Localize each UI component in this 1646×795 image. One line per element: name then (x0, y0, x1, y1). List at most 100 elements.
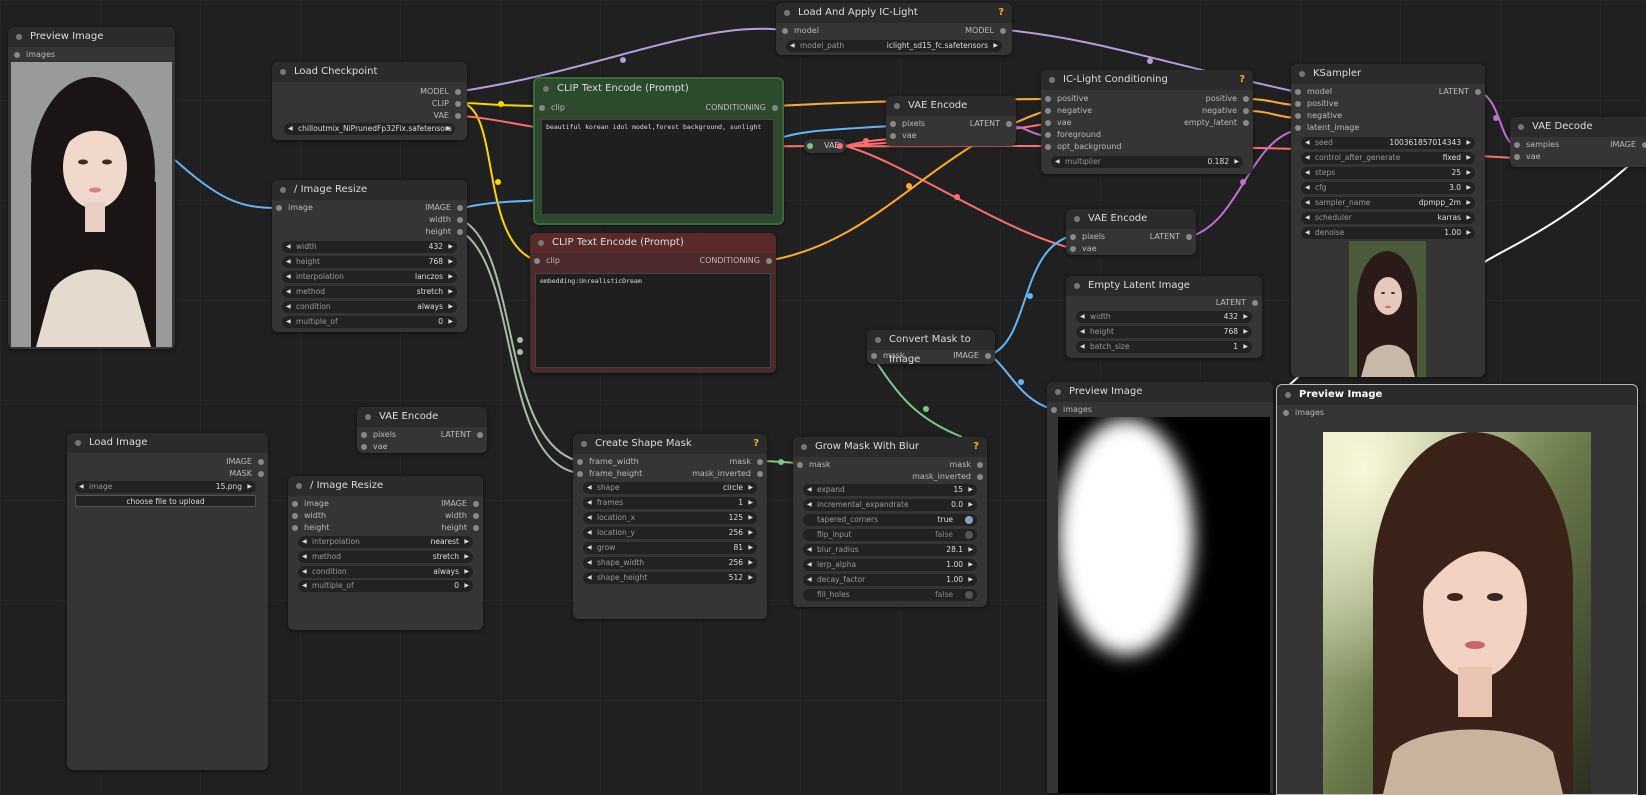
input-clip[interactable]: clip (534, 255, 560, 267)
vae-encode-node-low[interactable]: VAE Encode pixels vae LATENT (357, 407, 487, 453)
width-widget[interactable]: width432 (282, 241, 457, 253)
output-image[interactable]: IMAGE (1610, 139, 1646, 151)
input-model[interactable]: model (1295, 86, 1332, 98)
output-mask[interactable]: MASK (229, 468, 264, 480)
node-title[interactable]: VAE Encode (886, 96, 1016, 116)
output-model[interactable]: MODEL (965, 25, 1006, 37)
node-title[interactable]: Load And Apply IC-Light? (776, 3, 1012, 23)
input-vae[interactable]: vae (890, 130, 917, 142)
multiple-of-widget[interactable]: multiple_of0 (298, 580, 473, 592)
output-mask[interactable]: mask (950, 459, 983, 471)
model-path-combo[interactable]: model_pathiclight_sd15_fc.safetensors (786, 40, 1002, 52)
output-latent[interactable]: LATENT (1150, 231, 1192, 243)
output-image[interactable]: IMAGE (441, 498, 479, 510)
upload-button[interactable]: choose file to upload (75, 495, 256, 507)
node-title[interactable]: Convert Mask to Image (867, 330, 995, 365)
image-resize-node-1[interactable]: ∕ Image Resize image IMAGE width height … (272, 180, 467, 332)
height-widget[interactable]: height768 (282, 256, 457, 268)
grow-widget[interactable]: grow81 (583, 542, 757, 554)
ksampler-node[interactable]: KSampler model positive negative latent_… (1291, 64, 1485, 377)
node-title[interactable]: Empty Latent Image (1066, 276, 1262, 296)
node-title[interactable]: IC-Light Conditioning? (1041, 70, 1253, 90)
output-height[interactable]: height (442, 522, 479, 534)
empty-latent-node[interactable]: Empty Latent Image LATENT width432 heigh… (1066, 276, 1262, 358)
condition-widget[interactable]: conditionalways (282, 301, 457, 313)
input-model[interactable]: model (782, 25, 819, 37)
iclight-conditioning-node[interactable]: IC-Light Conditioning? positive negative… (1041, 70, 1253, 174)
preview-image-node-final[interactable]: Preview Image images (1276, 384, 1638, 795)
input-pixels[interactable]: pixels (1070, 231, 1105, 243)
frames-widget[interactable]: frames1 (583, 497, 757, 509)
input-images[interactable]: images (1283, 407, 1324, 419)
input-positive[interactable]: positive (1295, 98, 1338, 110)
output-mask[interactable]: mask (730, 456, 763, 468)
input-vae[interactable]: vae (1070, 243, 1097, 255)
load-iclight-node[interactable]: Load And Apply IC-Light? model MODEL mod… (776, 3, 1012, 55)
preview-image-node-left[interactable]: Preview Image images (8, 27, 175, 349)
input-pixels[interactable]: pixels (890, 118, 925, 130)
node-title[interactable]: Load Checkpoint (272, 62, 467, 82)
output-height[interactable]: height (426, 226, 463, 238)
output-latent[interactable]: LATENT (441, 429, 483, 441)
help-icon[interactable]: ? (973, 437, 979, 457)
fill-holes-toggle[interactable]: fill_holes false (803, 589, 977, 601)
help-icon[interactable]: ? (753, 434, 759, 454)
output-latent[interactable]: LATENT (1216, 297, 1258, 309)
blur-radius-widget[interactable]: blur_radius28.1 (803, 544, 977, 556)
decay-factor-widget[interactable]: decay_factor1.00 (803, 574, 977, 586)
output-image[interactable]: IMAGE (226, 456, 264, 468)
output-latent[interactable]: LATENT (970, 118, 1012, 130)
clip-text-encode-negative-node[interactable]: CLIP Text Encode (Prompt) clip CONDITION… (530, 233, 776, 373)
output-image[interactable]: IMAGE (425, 202, 463, 214)
node-title[interactable]: VAE Decode (1510, 117, 1646, 137)
help-icon[interactable]: ? (998, 3, 1004, 23)
multiplier-widget[interactable]: multiplier0.182 (1051, 156, 1243, 168)
input-images[interactable]: images (14, 49, 55, 61)
method-widget[interactable]: methodstretch (298, 551, 473, 563)
location-x-widget[interactable]: location_x125 (583, 512, 757, 524)
input-positive[interactable]: positive (1045, 93, 1088, 105)
tapered-corners-toggle[interactable]: tapered_corners true (803, 514, 977, 526)
node-title[interactable]: ∕ Image Resize (288, 476, 483, 496)
input-opt-background[interactable]: opt_background (1045, 141, 1121, 153)
node-title[interactable]: Preview Image (8, 27, 175, 47)
output-model[interactable]: MODEL (420, 86, 461, 98)
node-title[interactable]: CLIP Text Encode (Prompt) (535, 79, 782, 99)
ckpt-name-combo[interactable]: chilloutmix_NiPrunedFp32Fix.safetensors (284, 123, 455, 135)
sampler-name-widget[interactable]: sampler_namedpmpp_2m (1301, 197, 1475, 209)
flip-input-toggle[interactable]: flip_input false (803, 529, 977, 541)
vae-encode-node-mid[interactable]: VAE Encode pixels vae LATENT (1066, 209, 1196, 255)
node-title[interactable]: Create Shape Mask? (573, 434, 767, 454)
shape-height-widget[interactable]: shape_height512 (583, 572, 757, 584)
input-latent-image[interactable]: latent_image (1295, 122, 1359, 134)
input-pixels[interactable]: pixels (361, 429, 396, 441)
input-height[interactable]: height (292, 522, 330, 534)
convert-mask-node[interactable]: Convert Mask to Image mask IMAGE (867, 330, 995, 365)
output-image[interactable]: IMAGE (953, 350, 991, 362)
vae-decode-node[interactable]: VAE Decode samples vae IMAGE (1510, 117, 1646, 167)
node-title[interactable]: VAE Encode (357, 407, 487, 427)
input-samples[interactable]: samples (1514, 139, 1559, 151)
height-widget[interactable]: height768 (1076, 326, 1252, 338)
interpolation-widget[interactable]: interpolationlanczos (282, 271, 457, 283)
preview-image-node-mask[interactable]: Preview Image images (1047, 382, 1273, 793)
image-combo[interactable]: image15.png (75, 481, 256, 493)
expand-widget[interactable]: expand15 (803, 484, 977, 496)
output-negative[interactable]: negative (1202, 105, 1249, 117)
input-width[interactable]: width (292, 510, 326, 522)
input-mask[interactable]: mask (797, 459, 831, 471)
incremental-expandrate-widget[interactable]: incremental_expandrate0.0 (803, 499, 977, 511)
load-checkpoint-node[interactable]: Load Checkpoint MODEL CLIP VAE chilloutm… (272, 62, 467, 140)
node-title[interactable]: Load Image (67, 433, 268, 453)
interpolation-widget[interactable]: interpolationnearest (298, 536, 473, 548)
node-title[interactable]: Preview Image (1277, 385, 1637, 405)
output-positive[interactable]: positive (1206, 93, 1249, 105)
node-title[interactable]: ∕ Image Resize (272, 180, 467, 200)
prompt-textarea[interactable]: beautiful korean idol model,forest backg… (541, 119, 774, 215)
clip-text-encode-positive-node[interactable]: CLIP Text Encode (Prompt) clip CONDITION… (533, 77, 784, 225)
input-images[interactable]: images (1051, 404, 1092, 416)
output-vae[interactable]: VAE (434, 110, 461, 122)
input-negative[interactable]: negative (1045, 105, 1092, 117)
output-width[interactable]: width (445, 510, 479, 522)
input-negative[interactable]: negative (1295, 110, 1342, 122)
